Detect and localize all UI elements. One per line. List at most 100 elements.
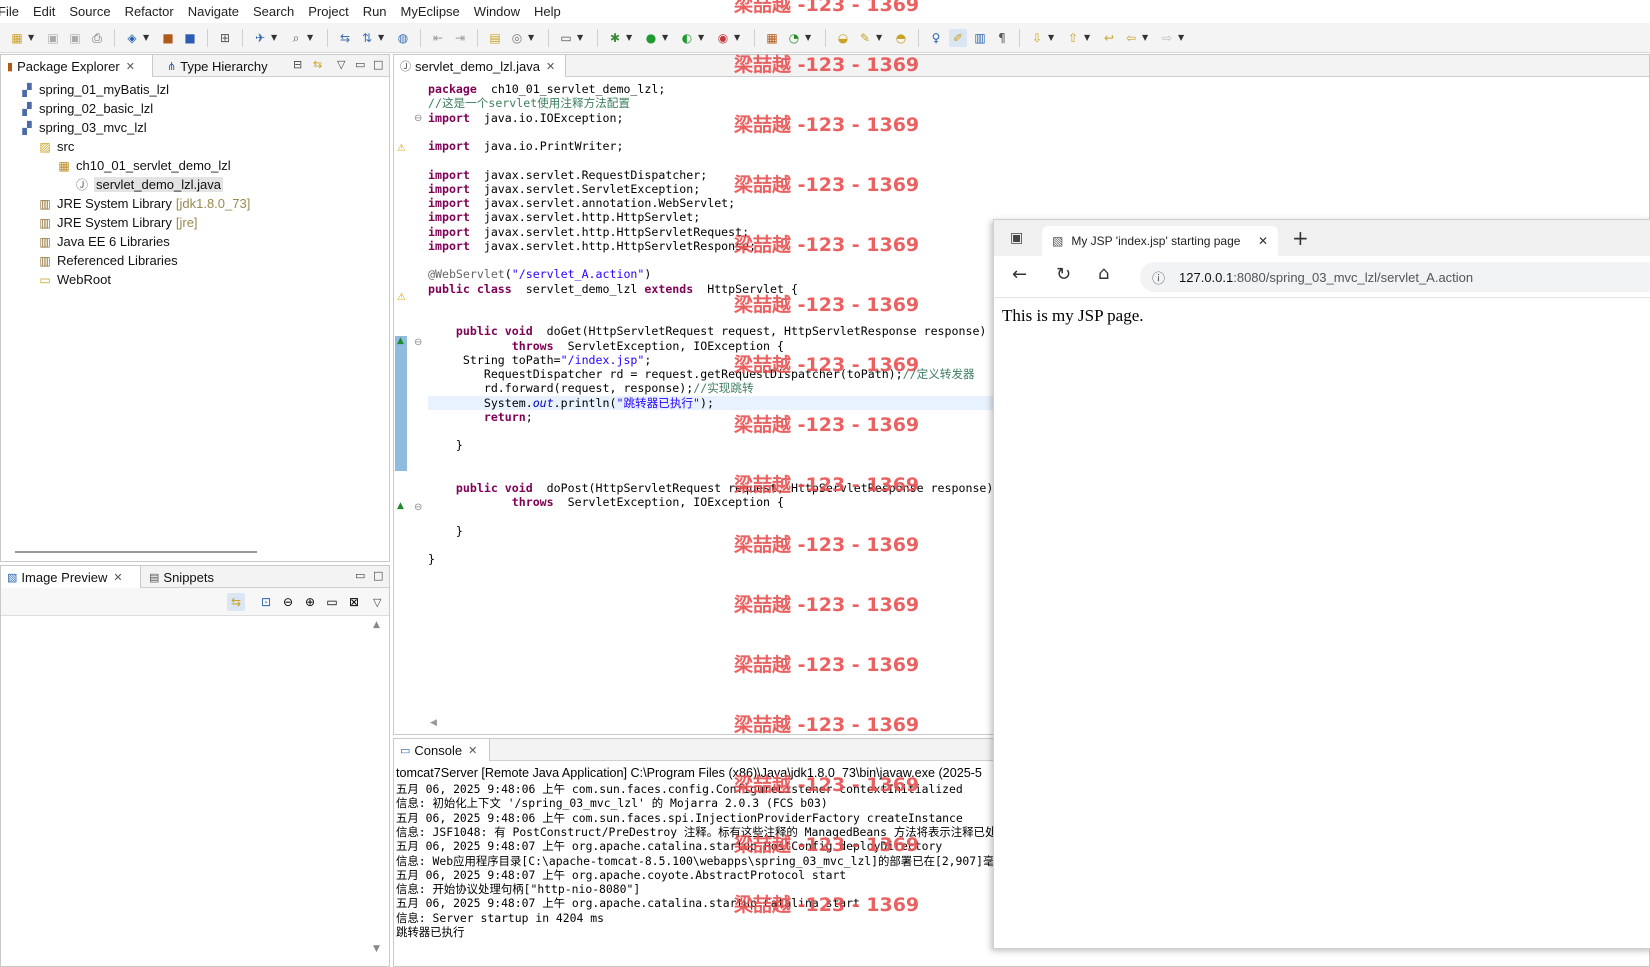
debug-icon[interactable]: ✱ (606, 29, 624, 47)
chevron-down-icon[interactable]: ▼ (307, 33, 315, 42)
actual-size-icon[interactable]: ▭ (323, 593, 341, 611)
toggle-mark-icon[interactable]: ♀ (927, 29, 945, 47)
chevron-down-icon[interactable]: ▼ (1084, 33, 1092, 42)
run-icon[interactable]: ● (642, 29, 660, 47)
brush-icon[interactable]: ✎ (856, 29, 874, 47)
tree-item-webroot[interactable]: ▭ WebRoot (37, 270, 111, 289)
block-select-icon[interactable]: ▥ (971, 29, 989, 47)
new-config-icon[interactable]: ◎ (508, 29, 526, 47)
tree-item-jre-system-library[interactable]: ▥ JRE System Library [jdk1.8.0_73] (37, 194, 250, 213)
chevron-down-icon[interactable]: ▼ (805, 33, 813, 42)
chevron-down-icon[interactable]: ▼ (271, 33, 279, 42)
close-icon[interactable]: ✕ (546, 60, 555, 73)
screen-icon[interactable]: ▭ (557, 29, 575, 47)
tree-item-java-ee-6-libraries[interactable]: ▥ Java EE 6 Libraries (37, 232, 169, 251)
server-icon[interactable]: ⊞ (216, 29, 234, 47)
minimize-icon[interactable]: ▭ (355, 58, 365, 71)
zoom-in-icon[interactable]: ⊕ (301, 593, 319, 611)
chevron-down-icon[interactable]: ▼ (876, 33, 884, 42)
globe-icon[interactable]: ◍ (394, 29, 412, 47)
new-class-icon[interactable]: ▤ (486, 29, 504, 47)
tab-snippets[interactable]: ▤ Snippets (143, 566, 220, 588)
maximize-icon[interactable]: □ (373, 58, 383, 71)
url-field[interactable]: ⓘ 127.0.0.1:8080/spring_03_mvc_lzl/servl… (1140, 262, 1650, 292)
home-icon[interactable]: ⌂ (1098, 263, 1109, 284)
chevron-down-icon[interactable]: ▼ (698, 33, 706, 42)
print-icon[interactable]: ⎙ (88, 29, 106, 47)
view-menu-icon[interactable]: ▽ (373, 596, 381, 609)
chevron-down-icon[interactable]: ▼ (143, 33, 151, 42)
view-menu-icon[interactable]: ▽ (337, 58, 345, 71)
chevron-down-icon[interactable]: ▼ (1178, 33, 1186, 42)
info-icon[interactable]: ⓘ (1152, 268, 1165, 287)
maximize-icon[interactable]: □ (373, 569, 383, 582)
save-all-icon[interactable]: ▣ (66, 29, 84, 47)
menu-source[interactable]: Source (62, 4, 117, 19)
tree-item-spring-03-mvc-lzl[interactable]: ▞ spring_03_mvc_lzl (19, 118, 146, 137)
zoom-out-icon[interactable]: ⊖ (279, 593, 297, 611)
forward-nav-icon[interactable]: ⇥ (451, 29, 469, 47)
menu-window[interactable]: Window (467, 4, 527, 19)
sync-icon[interactable]: ⇆ (227, 593, 245, 611)
fold-collapse-icon[interactable]: ⊖ (414, 337, 422, 348)
new-wizard-icon[interactable]: ◈ (123, 29, 141, 47)
chevron-down-icon[interactable]: ▼ (528, 33, 536, 42)
tab-type-hierarchy[interactable]: ⋔ Type Hierarchy (161, 55, 274, 77)
chevron-down-icon[interactable]: ▼ (378, 33, 386, 42)
menu-myeclipse[interactable]: MyEclipse (394, 4, 467, 19)
tree-item-servlet-demo-lzl-java[interactable]: Ⓙservlet_demo_lzl.java (74, 175, 224, 194)
tab-console[interactable]: ▭ Console ✕ (394, 739, 490, 761)
chevron-down-icon[interactable]: ▼ (662, 33, 670, 42)
external-tools-icon[interactable]: ◉ (714, 29, 732, 47)
minimize-icon[interactable]: ▭ (355, 569, 365, 582)
new-package-icon[interactable]: ▦ (763, 29, 781, 47)
fit-icon[interactable]: ⊡ (257, 593, 275, 611)
new-icon[interactable]: ▦ (8, 29, 26, 47)
open-folder-icon[interactable]: ◒ (834, 29, 852, 47)
coverage-icon[interactable]: ◐ (678, 29, 696, 47)
tab-servlet-demo-lzl-java[interactable]: Ⓙ servlet_demo_lzl.java ✕ (394, 55, 566, 77)
link-editor-icon[interactable]: ⇆ (313, 58, 322, 71)
close-icon[interactable]: ✕ (126, 60, 135, 73)
tree-item-spring-02-basic-lzl[interactable]: ▞ spring_02_basic_lzl (19, 99, 153, 118)
menu-project[interactable]: Project (301, 4, 355, 19)
chevron-down-icon[interactable]: ▼ (1142, 33, 1150, 42)
tree-item-jre-system-library[interactable]: ▥ JRE System Library [jre] (37, 213, 197, 232)
menu-navigate[interactable]: Navigate (181, 4, 246, 19)
tree-item-referenced-libraries[interactable]: ▥ Referenced Libraries (37, 251, 177, 270)
back-icon[interactable]: ⇦ (1122, 29, 1140, 47)
scroll-left-icon[interactable]: ◀ (430, 718, 437, 728)
show-whitespace-icon[interactable]: ¶ (993, 29, 1011, 47)
menu-file[interactable]: File (0, 4, 26, 19)
close-tab-icon[interactable]: ✕ (1258, 234, 1268, 248)
search-icon[interactable]: ⌕ (287, 29, 305, 47)
horizontal-scrollbar[interactable] (15, 551, 257, 553)
deploy-icon[interactable]: ■ (181, 29, 199, 47)
vertical-scrollbar[interactable]: ▲ ▼ (371, 618, 385, 958)
collapse-all-icon[interactable]: ⊟ (293, 58, 302, 71)
menu-search[interactable]: Search (246, 4, 301, 19)
tab-image-preview[interactable]: ▧ Image Preview ✕ (1, 566, 141, 588)
open-resource-icon[interactable]: ⇅ (358, 29, 376, 47)
chevron-down-icon[interactable]: ▼ (734, 33, 742, 42)
menu-help[interactable]: Help (527, 4, 568, 19)
tree-item-spring-01-mybatis-lzl[interactable]: ▞ spring_01_myBatis_lzl (19, 80, 169, 99)
new-wizard2-icon[interactable]: ◔ (785, 29, 803, 47)
prev-annotation-icon[interactable]: ⇧ (1064, 29, 1082, 47)
tree-item-src[interactable]: ▨ src (37, 137, 74, 156)
new-tab-icon[interactable]: + (1292, 226, 1309, 250)
package-icon[interactable]: ■ (159, 29, 177, 47)
reload-icon[interactable]: ↻ (1056, 264, 1071, 285)
back-nav-icon[interactable]: ⇤ (429, 29, 447, 47)
menu-refactor[interactable]: Refactor (118, 4, 181, 19)
close-icon[interactable]: ✕ (468, 744, 477, 757)
tab-actions-icon[interactable]: ▣ (1010, 230, 1023, 246)
close-icon[interactable]: ✕ (113, 571, 122, 584)
chevron-down-icon[interactable]: ▼ (577, 33, 585, 42)
scroll-down-icon[interactable]: ▼ (373, 944, 380, 954)
scroll-up-icon[interactable]: ▲ (373, 620, 380, 630)
menu-edit[interactable]: Edit (26, 4, 62, 19)
menu-run[interactable]: Run (356, 4, 394, 19)
open-type-icon[interactable]: ⇆ (336, 29, 354, 47)
tree-item-ch10-01-servlet-demo-lzl[interactable]: ▦ ch10_01_servlet_demo_lzl (56, 156, 230, 175)
